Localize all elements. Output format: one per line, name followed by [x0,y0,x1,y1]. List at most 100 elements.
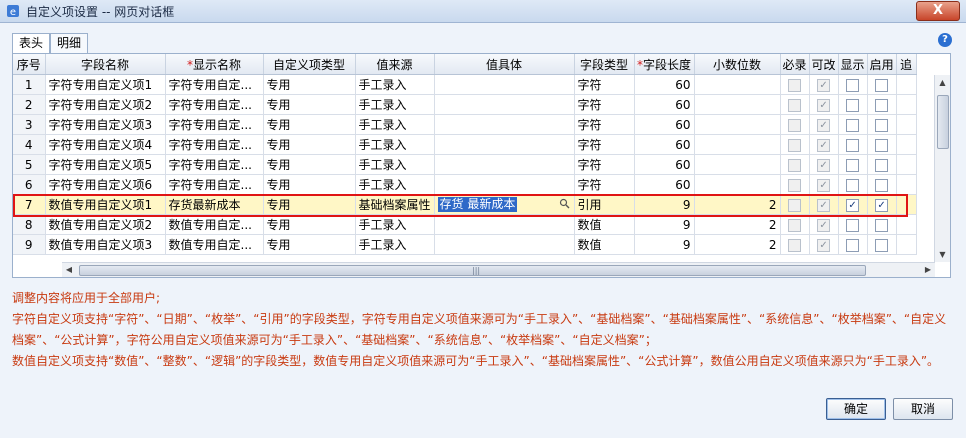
enable-checkbox[interactable] [875,118,889,132]
table-row[interactable]: 7 数值专用自定义项1 存货最新成本 专用 基础档案属性 存货 最新成本 引用 9 2 ✓ ✓ ✓ [13,194,917,215]
column-header[interactable]: 值具体 [434,54,575,75]
decimal-places-cell[interactable] [694,134,781,155]
field-name-cell[interactable]: 字符专用自定义项4 [45,134,166,155]
enable-checkbox[interactable] [875,138,889,152]
column-header[interactable]: 自定义项类型 [263,54,356,75]
column-header[interactable]: 字段名称 [45,54,166,75]
show-checkbox[interactable] [846,238,860,252]
must-checkbox[interactable] [788,118,802,132]
field-type-cell[interactable]: 数值 [574,214,635,235]
enable-checkbox[interactable] [875,98,889,112]
display-name-cell[interactable]: 字符专用自定... [165,154,264,175]
enable-checkbox[interactable] [875,218,889,232]
edit-checkbox[interactable]: ✓ [817,158,831,172]
show-checkbox[interactable] [846,138,860,152]
value-source-cell[interactable]: 手工录入 [355,174,435,195]
custom-type-cell[interactable]: 专用 [263,74,356,95]
table-row[interactable]: 3 字符专用自定义项3 字符专用自定... 专用 手工录入 字符 60 ✓ [13,114,917,135]
value-detail-cell[interactable]: 存货 最新成本 [434,194,575,215]
field-name-cell[interactable]: 数值专用自定义项3 [45,234,166,255]
field-type-cell[interactable]: 字符 [574,134,635,155]
table-row[interactable]: 6 字符专用自定义项6 字符专用自定... 专用 手工录入 字符 60 ✓ [13,174,917,195]
decimal-places-cell[interactable] [694,154,781,175]
column-header[interactable]: 追 [896,54,917,75]
cancel-button[interactable]: 取消 [893,398,953,420]
close-button[interactable]: X [916,1,960,21]
value-detail-cell[interactable] [434,114,575,135]
show-checkbox[interactable] [846,118,860,132]
hscroll-thumb[interactable]: ||| [79,265,866,276]
column-header[interactable]: *显示名称 [165,54,264,75]
custom-type-cell[interactable]: 专用 [263,174,356,195]
custom-type-cell[interactable]: 专用 [263,214,356,235]
column-header[interactable]: 显示 [838,54,868,75]
table-row[interactable]: 5 字符专用自定义项5 字符专用自定... 专用 手工录入 字符 60 ✓ [13,154,917,175]
field-name-cell[interactable]: 字符专用自定义项3 [45,114,166,135]
table-row[interactable]: 4 字符专用自定义项4 字符专用自定... 专用 手工录入 字符 60 ✓ [13,134,917,155]
tab-header[interactable]: 表头 [12,33,50,54]
custom-type-cell[interactable]: 专用 [263,234,356,255]
display-name-cell[interactable]: 字符专用自定... [165,74,264,95]
must-checkbox[interactable] [788,98,802,112]
enable-checkbox[interactable] [875,238,889,252]
column-header[interactable]: 小数位数 [694,54,781,75]
column-header[interactable]: 可改 [809,54,839,75]
value-detail-cell[interactable] [434,174,575,195]
tab-detail[interactable]: 明细 [50,33,88,53]
show-checkbox[interactable]: ✓ [846,198,860,212]
field-type-cell[interactable]: 引用 [574,194,635,215]
field-length-cell[interactable]: 9 [634,214,695,235]
field-type-cell[interactable]: 字符 [574,154,635,175]
field-length-cell[interactable]: 60 [634,74,695,95]
value-detail-cell[interactable] [434,134,575,155]
decimal-places-cell[interactable] [694,94,781,115]
field-name-cell[interactable]: 字符专用自定义项5 [45,154,166,175]
enable-checkbox[interactable] [875,78,889,92]
display-name-cell[interactable]: 字符专用自定... [165,174,264,195]
must-checkbox[interactable] [788,238,802,252]
custom-type-cell[interactable]: 专用 [263,194,356,215]
field-type-cell[interactable]: 字符 [574,114,635,135]
display-name-cell[interactable]: 字符专用自定... [165,94,264,115]
must-checkbox[interactable] [788,218,802,232]
edit-checkbox[interactable]: ✓ [817,238,831,252]
field-length-cell[interactable]: 9 [634,194,695,215]
value-source-cell[interactable]: 手工录入 [355,74,435,95]
field-type-cell[interactable]: 字符 [574,74,635,95]
vertical-scrollbar[interactable]: ▲ ▼ [934,75,950,262]
decimal-places-cell[interactable] [694,174,781,195]
column-header[interactable]: 启用 [867,54,897,75]
value-source-cell[interactable]: 手工录入 [355,154,435,175]
table-row[interactable]: 8 数值专用自定义项2 数值专用自定... 专用 手工录入 数值 9 2 ✓ [13,214,917,235]
field-type-cell[interactable]: 字符 [574,174,635,195]
table-row[interactable]: 2 字符专用自定义项2 字符专用自定... 专用 手工录入 字符 60 ✓ [13,94,917,115]
scroll-thumb[interactable] [937,95,949,149]
column-header[interactable]: 序号 [13,54,46,75]
value-source-cell[interactable]: 手工录入 [355,114,435,135]
table-row[interactable]: 1 字符专用自定义项1 字符专用自定... 专用 手工录入 字符 60 ✓ [13,74,917,95]
show-checkbox[interactable] [846,98,860,112]
must-checkbox[interactable] [788,178,802,192]
show-checkbox[interactable] [846,78,860,92]
scroll-up-icon[interactable]: ▲ [935,75,950,90]
must-checkbox[interactable] [788,138,802,152]
edit-checkbox[interactable]: ✓ [817,198,831,212]
edit-checkbox[interactable]: ✓ [817,118,831,132]
custom-type-cell[interactable]: 专用 [263,114,356,135]
table-row[interactable]: 9 数值专用自定义项3 数值专用自定... 专用 手工录入 数值 9 2 ✓ [13,234,917,255]
field-length-cell[interactable]: 60 [634,174,695,195]
search-icon[interactable] [559,198,570,209]
horizontal-scrollbar[interactable]: ◀ ||| ▶ [62,262,935,277]
edit-checkbox[interactable]: ✓ [817,138,831,152]
value-source-cell[interactable]: 手工录入 [355,94,435,115]
column-header[interactable]: 值来源 [355,54,435,75]
scroll-left-icon[interactable]: ◀ [62,263,76,277]
value-source-cell[interactable]: 基础档案属性 [355,194,435,215]
field-length-cell[interactable]: 60 [634,134,695,155]
value-detail-cell[interactable] [434,214,575,235]
show-checkbox[interactable] [846,158,860,172]
value-detail-cell[interactable] [434,234,575,255]
field-length-cell[interactable]: 60 [634,94,695,115]
display-name-cell[interactable]: 字符专用自定... [165,134,264,155]
value-detail-cell[interactable] [434,94,575,115]
